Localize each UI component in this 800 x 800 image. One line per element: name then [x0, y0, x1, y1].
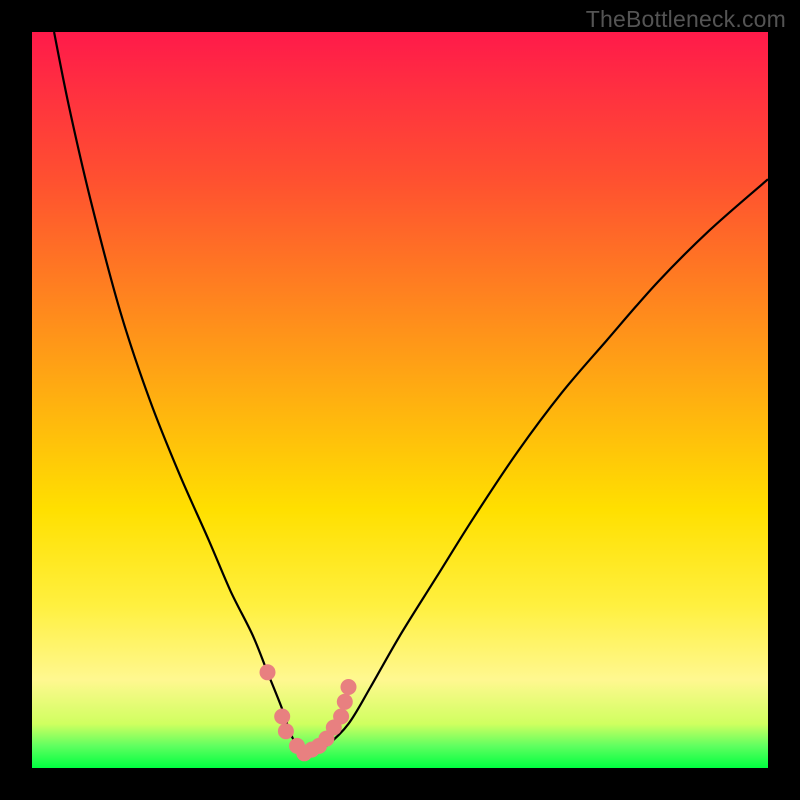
watermark-text: TheBottleneck.com	[586, 6, 786, 33]
curve-svg	[32, 32, 768, 768]
highlight-dot	[274, 709, 290, 725]
highlight-dots	[260, 664, 357, 761]
highlight-dot	[333, 709, 349, 725]
highlight-dot	[337, 694, 353, 710]
highlight-dot	[260, 664, 276, 680]
plot-area	[32, 32, 768, 768]
highlight-dot	[278, 723, 294, 739]
bottleneck-curve	[54, 32, 768, 754]
highlight-dot	[341, 679, 357, 695]
chart-frame: TheBottleneck.com	[0, 0, 800, 800]
